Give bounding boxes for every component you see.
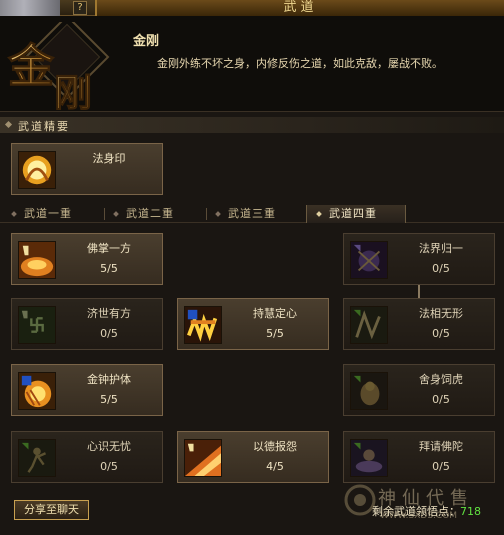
- tab-bar: 武道一重 武道二重 武道三重 武道四重: [0, 205, 504, 223]
- essence-section-bar: 武道精要: [0, 117, 504, 133]
- skill-level-label: 5/5: [266, 327, 284, 340]
- tab-tier-4[interactable]: 武道四重: [306, 205, 406, 223]
- tab-bullet-icon: [316, 211, 322, 217]
- dancer-icon: [18, 439, 56, 477]
- skill-name-label: 持慧定心: [253, 307, 297, 320]
- essence-skill-card[interactable]: 法身印: [11, 143, 163, 195]
- skill-name-label: 舍身饲虎: [419, 373, 463, 386]
- skill-card-invite-buddha[interactable]: 拜请佛陀 0/5: [343, 431, 495, 483]
- skill-name-label: 拜请佛陀: [419, 440, 463, 453]
- skill-card-golden-bell[interactable]: 金钟护体 5/5: [11, 364, 163, 416]
- skill-level-label: 0/5: [432, 327, 450, 340]
- dharma-realm-icon: [350, 241, 388, 279]
- tiger-icon: [350, 372, 388, 410]
- skill-level-label: 5/5: [100, 262, 118, 275]
- skill-name-label: 济世有方: [87, 307, 131, 320]
- tab-label: 武道四重: [329, 207, 377, 220]
- skill-card-wisdom-heart[interactable]: 持慧定心 5/5: [177, 298, 329, 350]
- skill-name-label: 金钟护体: [87, 373, 131, 386]
- virtue-light-icon: [184, 439, 222, 477]
- skill-header: 金 刚 金刚 金刚外练不坏之身，内修反伤之道，如此克敌，屡战不败。: [0, 16, 504, 112]
- avatar-thumbnail: [0, 0, 60, 16]
- skill-card-virtue-for-grudge[interactable]: 以德报怨 4/5: [177, 431, 329, 483]
- points-label: 剩余武道领悟点：: [372, 505, 460, 518]
- vajra-emblem-icon: 金 刚: [7, 22, 110, 110]
- svg-text:刚: 刚: [54, 70, 92, 110]
- help-button[interactable]: ?: [73, 1, 87, 15]
- skill-connector: [418, 285, 420, 299]
- golden-bell-icon: [18, 372, 56, 410]
- skill-name: 金刚: [133, 34, 160, 49]
- skill-card-dharma-realm[interactable]: 法界归一 0/5: [343, 233, 495, 285]
- share-to-chat-button[interactable]: 分享至聊天: [14, 500, 89, 520]
- tab-bullet-icon: [215, 211, 221, 217]
- tab-label: 武道三重: [228, 207, 276, 220]
- tab-label: 武道一重: [24, 207, 72, 220]
- tab-bullet-icon: [11, 211, 17, 217]
- tab-tier-1[interactable]: 武道一重: [2, 205, 102, 223]
- remaining-points: 剩余武道领悟点：718: [372, 503, 481, 519]
- diamond-icon: [4, 120, 13, 129]
- points-value: 718: [460, 505, 481, 518]
- skill-card-formless[interactable]: 法相无形 0/5: [343, 298, 495, 350]
- skill-level-label: 0/5: [100, 327, 118, 340]
- skill-name-label: 以德报怨: [253, 440, 297, 453]
- tab-tier-2[interactable]: 武道二重: [104, 205, 204, 223]
- skill-level-label: 0/5: [432, 460, 450, 473]
- skill-name-label: 法界归一: [419, 242, 463, 255]
- skill-card-salvation[interactable]: 济世有方 0/5: [11, 298, 163, 350]
- buddha-palm-icon: [18, 241, 56, 279]
- skill-level-label: 0/5: [432, 262, 450, 275]
- tab-label: 武道二重: [126, 207, 174, 220]
- skill-name-label: 佛掌一方: [87, 242, 131, 255]
- buddha-icon: [350, 439, 388, 477]
- skill-name-label: 法相无形: [419, 307, 463, 320]
- svg-text:金: 金: [7, 39, 55, 93]
- wisdom-claw-icon: [184, 306, 222, 344]
- window-title: 武道: [283, 0, 318, 15]
- skill-description: 金刚外练不坏之身，内修反伤之道，如此克敌，屡战不败。: [157, 57, 443, 70]
- skill-card-tiger-sacrifice[interactable]: 舍身饲虎 0/5: [343, 364, 495, 416]
- tab-bullet-icon: [113, 211, 119, 217]
- skill-level-label: 0/5: [100, 460, 118, 473]
- title-bar: ? 武道: [0, 0, 504, 16]
- swastika-icon: [18, 306, 56, 344]
- section-title: 武道精要: [18, 120, 70, 133]
- tab-tier-3[interactable]: 武道三重: [206, 205, 306, 223]
- skill-level-label: 5/5: [100, 393, 118, 406]
- skill-level-label: 4/5: [266, 460, 284, 473]
- formless-icon: [350, 306, 388, 344]
- skill-card-carefree-mind[interactable]: 心识无忧 0/5: [11, 431, 163, 483]
- title-plate: 武道: [95, 0, 504, 16]
- golden-seal-icon: [18, 151, 56, 189]
- skill-level-label: 0/5: [432, 393, 450, 406]
- skill-card-buddha-palm[interactable]: 佛掌一方 5/5: [11, 233, 163, 285]
- skill-name-label: 心识无忧: [87, 440, 131, 453]
- skill-name-label: 法身印: [92, 152, 126, 165]
